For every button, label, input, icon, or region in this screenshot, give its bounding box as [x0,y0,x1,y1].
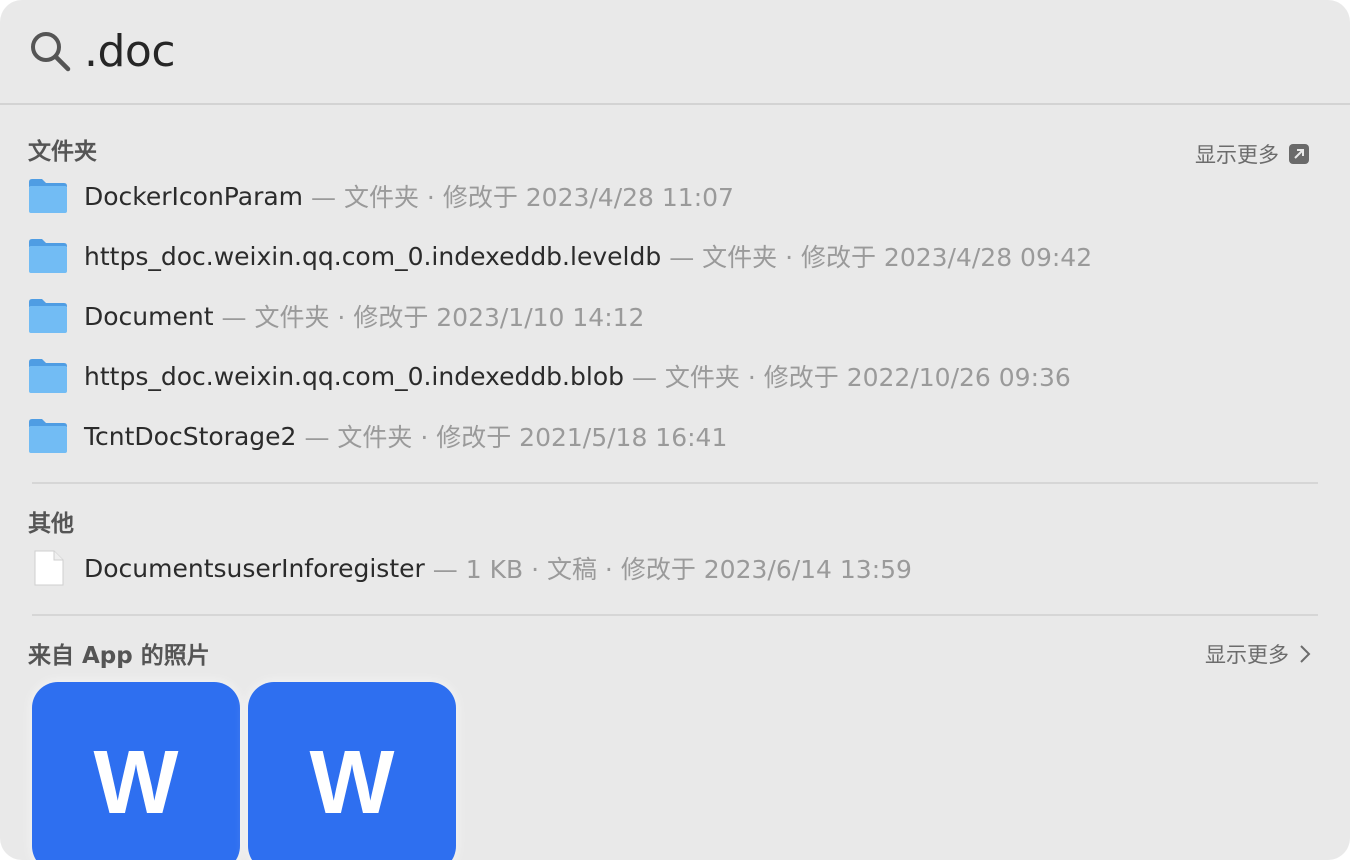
section-divider [32,482,1318,484]
app-letter: W [309,732,395,833]
open-external-icon [1289,144,1309,164]
section-divider [32,614,1318,616]
folder-result-row[interactable]: TcntDocStorage2 — 文件夹 · 修改于 2021/5/18 16… [28,416,727,456]
document-result-row[interactable]: DocumentsuserInforegister — 1 KB · 文稿 · … [28,548,912,588]
folder-icon [29,419,67,453]
folder-result-row[interactable]: DockerIconParam — 文件夹 · 修改于 2023/4/28 11… [28,176,734,216]
result-meta: — 文件夹 · 修改于 2021/5/18 16:41 [304,423,728,452]
folder-result-row[interactable]: Document — 文件夹 · 修改于 2023/1/10 14:12 [28,296,644,336]
result-meta: — 文件夹 · 修改于 2023/4/28 11:07 [311,183,734,212]
show-more-label: 显示更多 [1205,643,1289,667]
chevron-right-icon [1300,645,1311,663]
app-photo-thumbnail[interactable]: W [248,682,456,860]
folder-icon [29,179,67,213]
folder-result-row[interactable]: https_doc.weixin.qq.com_0.indexeddb.blob… [28,356,1071,396]
photos-show-more-button[interactable]: 显示更多 [1205,639,1311,669]
folder-result-row[interactable]: https_doc.weixin.qq.com_0.indexeddb.leve… [28,236,1092,276]
result-meta: — 文件夹 · 修改于 2022/10/26 09:36 [631,363,1071,392]
folder-icon [29,239,67,273]
app-letter: W [93,732,179,833]
result-meta: — 1 KB · 文稿 · 修改于 2023/6/14 13:59 [432,555,912,584]
document-icon [34,550,64,586]
folder-icon [29,299,67,333]
result-name: https_doc.weixin.qq.com_0.indexeddb.leve… [84,241,662,271]
section-title-photos: 来自 App 的照片 [28,643,210,669]
show-more-label: 显示更多 [1195,143,1279,167]
section-title-folders: 文件夹 [28,139,97,165]
app-photo-thumbnail[interactable]: W [32,682,240,860]
folder-icon [29,359,67,393]
result-name: DocumentsuserInforegister [84,553,425,583]
spotlight-window: .doc 文件夹 显示更多 DockerIconParam — 文件夹 · 修改… [0,0,1350,860]
result-meta: — 文件夹 · 修改于 2023/4/28 09:42 [669,243,1093,272]
result-meta: — 文件夹 · 修改于 2023/1/10 14:12 [221,303,645,332]
search-icon [31,32,71,72]
search-bar[interactable]: .doc [0,0,1350,103]
search-input[interactable]: .doc [84,22,176,82]
result-name: DockerIconParam [84,181,304,211]
result-name: TcntDocStorage2 [84,421,297,451]
result-name: Document [84,301,214,331]
result-name: https_doc.weixin.qq.com_0.indexeddb.blob [84,361,624,391]
search-divider [0,103,1350,105]
section-title-other: 其他 [28,511,74,537]
folders-show-more-button[interactable]: 显示更多 [1195,139,1309,169]
